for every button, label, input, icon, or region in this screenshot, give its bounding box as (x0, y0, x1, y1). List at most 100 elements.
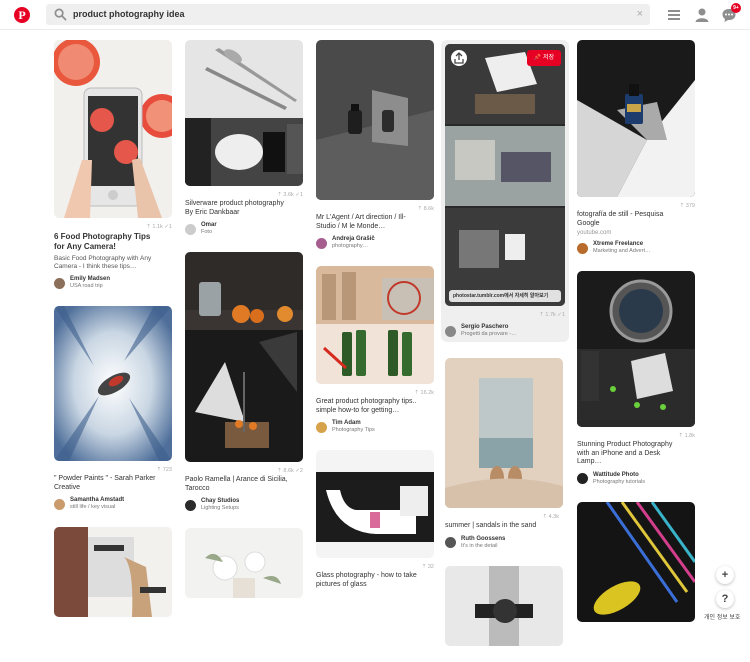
pin-card[interactable] (577, 501, 695, 622)
pin-user[interactable]: Andreja Grašič photography… (316, 236, 434, 250)
pin-card[interactable]: ⇡ 8.6k Mr L'Agent / Art direction / Ill-… (316, 40, 434, 250)
pin-card[interactable]: ⇡ 1.8k Stunning Product Photography with… (577, 271, 695, 486)
pin-user[interactable]: Xtreme Freelance Marketing and Advert… (577, 241, 695, 255)
column-4: 📌 저장 photostar.tumblr.com에서 자세히 알아보기 ⇡ 1… (441, 40, 569, 662)
pin-title: Silverware product photography By Eric D… (185, 200, 284, 216)
pin-card[interactable]: ⇡ 4.3k summer | sandals in the sand Ruth… (445, 358, 563, 550)
pin-stats: ⇡ 723 (156, 467, 172, 473)
avatar (316, 421, 327, 433)
pin-title: 6 Food Photography Tips for Any Camera! (54, 232, 151, 251)
column-2: ⇡ 3.6k ✓1 Silverware product photography… (185, 40, 303, 614)
pin-user[interactable]: Samantha Amstadt still life / key visual (54, 497, 172, 511)
pin-image-glass-lightbox[interactable] (316, 450, 434, 558)
pin-card-hovered[interactable]: 📌 저장 photostar.tumblr.com에서 자세히 알아보기 ⇡ 1… (441, 40, 569, 342)
pin-card[interactable]: ⇡ 379 fotografía de still - Pesquisa Goo… (577, 40, 695, 255)
pin-card[interactable]: ⇡ 1.1k ✓1 6 Food Photography Tips for An… (54, 40, 172, 290)
user-name: Omar (201, 222, 217, 228)
user-name: Emily Madsen (70, 276, 111, 282)
pin-title: Glass photography - how to take pictures… (316, 572, 417, 588)
pin-user[interactable]: Sergio Paschero Progetti da provare -… (445, 324, 565, 338)
pin-description: Basic Food Photography with Any Camera -… (54, 255, 152, 270)
pin-user[interactable]: Emily Madsen USA road trip (54, 276, 172, 290)
user-name: Samantha Amstadt (70, 497, 125, 503)
pin-card[interactable]: ⇡ 8.6k ✓2 Paolo Ramella | Arance di Sici… (185, 252, 303, 512)
user-name: Ruth Goossens (461, 535, 506, 542)
search-bar[interactable]: product photography idea × (46, 4, 650, 25)
column-3: ⇡ 8.6k Mr L'Agent / Art direction / Ill-… (316, 40, 434, 605)
board-name: Lighting Setups (201, 505, 239, 511)
save-button[interactable]: 📌 저장 (527, 50, 561, 66)
pin-stats: ⇡ 3.6k ✓1 (277, 192, 303, 198)
pin-card[interactable] (185, 528, 303, 598)
clear-search-icon[interactable]: × (637, 7, 643, 21)
profile-icon[interactable] (694, 7, 710, 23)
pin-stats: ⇡ 16.2k (414, 390, 434, 396)
pin-image-silverware[interactable] (185, 40, 303, 186)
avatar (185, 223, 196, 235)
avatar (54, 277, 65, 289)
pin-image-watch-desklamp[interactable] (577, 271, 695, 427)
pin-stats: ⇡ 1.7k ✓1 (539, 312, 565, 318)
pin-image-powder-shoe[interactable] (54, 306, 172, 461)
pin-user[interactable]: Wattitude Photo Photography tutorials (577, 472, 695, 486)
add-button[interactable]: + (716, 566, 734, 584)
source-link[interactable]: photostar.tumblr.com에서 자세히 알아보기 (449, 290, 561, 302)
pin-image-bottles-tips[interactable] (316, 266, 434, 384)
pin-image-watch-wrist[interactable] (445, 565, 563, 646)
pin-title: Great product photography tips.. simple … (316, 398, 417, 414)
help-button[interactable]: ? (716, 590, 734, 608)
pinterest-logo[interactable]: P (14, 7, 30, 23)
pin-image-flower-jar[interactable] (185, 528, 303, 598)
pin-card[interactable]: ⇡ 3.6k ✓1 Silverware product photography… (185, 40, 303, 236)
pin-source[interactable]: youtube.com (577, 230, 695, 236)
pin-image-grapefruit-phone[interactable] (54, 40, 172, 218)
pin-card[interactable] (445, 565, 563, 646)
avatar (445, 537, 456, 548)
search-input[interactable]: product photography idea (73, 8, 185, 21)
column-1: ⇡ 1.1k ✓1 6 Food Photography Tips for An… (54, 40, 172, 633)
pin-stats: ⇡ 379 (679, 203, 695, 209)
board-name: still life / key visual (70, 504, 116, 510)
pin-image-sandals-sand[interactable] (445, 358, 563, 508)
pin-title: Mr L'Agent / Art direction / Ill-Studio … (316, 214, 406, 230)
share-icon (454, 52, 464, 64)
notification-badge: 9+ (731, 3, 741, 13)
pin-image-colored-sticks[interactable] (577, 501, 695, 622)
column-5: ⇡ 379 fotografía de still - Pesquisa Goo… (577, 40, 695, 638)
board-name: Photography Tips (332, 427, 375, 433)
pin-user[interactable]: Ruth Goossens It's in the detail (445, 536, 559, 550)
avatar (445, 325, 456, 337)
board-name: Photography tutorials (593, 478, 645, 485)
search-icon (54, 8, 67, 21)
menu-icon[interactable] (666, 7, 682, 23)
pin-image-natural-light[interactable] (54, 527, 172, 617)
board-name: Progetti da provare -… (461, 331, 517, 337)
board-name: photography… (332, 243, 369, 249)
board-name: It's in the detail (461, 542, 498, 549)
board-name: Foto (201, 229, 213, 235)
user-name: Andreja Grašič (332, 236, 375, 242)
avatar (54, 498, 65, 510)
user-name: Sergio Paschero (461, 324, 509, 330)
avatar (577, 473, 588, 484)
user-name: Xtreme Freelance (593, 241, 644, 247)
pin-card[interactable]: ⇡ 16.2k Great product photography tips..… (316, 266, 434, 434)
avatar (577, 242, 588, 254)
pin-image-studio-setups[interactable]: 📌 저장 photostar.tumblr.com에서 자세히 알아보기 (445, 44, 565, 306)
pin-title: " Powder Paints " - Sarah Parker Creativ… (54, 475, 156, 491)
share-button[interactable] (451, 50, 467, 66)
pin-card[interactable]: ⇡ 32 Glass photography - how to take pic… (316, 450, 434, 589)
user-name: Chay Studios (201, 498, 240, 504)
pin-stats: ⇡ 4.3k (542, 514, 559, 520)
pin-image-oranges-setup[interactable] (185, 252, 303, 462)
pin-image-perfume-blue[interactable] (577, 40, 695, 197)
pin-user[interactable]: Tim Adam Photography Tips (316, 420, 434, 434)
pin-user[interactable]: Chay Studios Lighting Setups (185, 498, 303, 512)
pin-card[interactable] (54, 527, 172, 617)
pin-image-perfume-mirror[interactable] (316, 40, 434, 200)
pin-card[interactable]: ⇡ 723 " Powder Paints " - Sarah Parker C… (54, 306, 172, 511)
user-name: Tim Adam (332, 420, 361, 426)
privacy-link[interactable]: 개인 정보 보호 (704, 612, 741, 621)
pin-user[interactable]: Omar Foto (185, 222, 303, 236)
pin-title: fotografía de still - Pesquisa Google (577, 211, 664, 227)
